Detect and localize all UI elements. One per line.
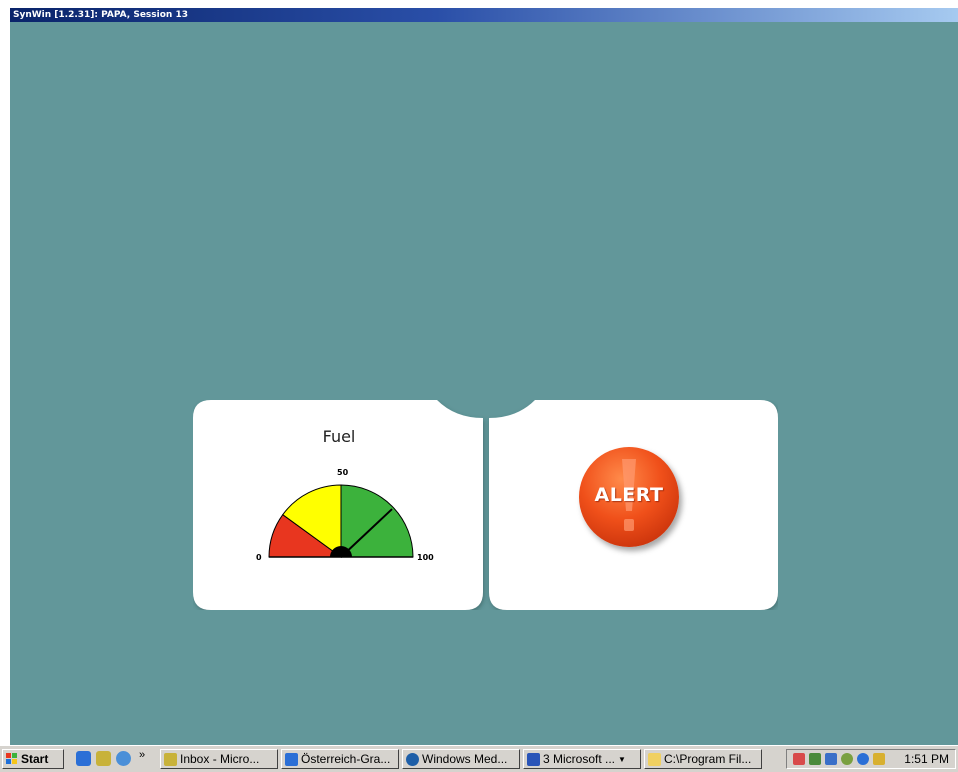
app-icon[interactable] [96,751,111,766]
network-icon[interactable] [793,753,805,765]
task-label: C:\Program Fil... [664,752,752,766]
ie-icon[interactable] [76,751,91,766]
update-icon[interactable] [841,753,853,765]
word-icon [527,752,540,766]
gauge-mid-label: 50 [337,468,349,477]
connection-icon[interactable] [857,753,869,765]
taskbar-item-word[interactable]: 3 Microsoft ... ▼ [523,749,641,769]
task-label: Österreich-Gra... [301,752,391,766]
taskbar-item-browser[interactable]: Österreich-Gra... [281,749,399,769]
folder-icon [648,752,661,766]
gauge-min-label: 0 [256,553,262,562]
taskbar: Start » Inbox - Micro... Österreich-Gra.… [0,745,958,772]
task-label: Windows Med... [422,752,508,766]
taskbar-item-media-player[interactable]: Windows Med... [402,749,520,769]
alert-button[interactable]: ALERT [579,447,679,547]
taskbar-item-folder[interactable]: C:\Program Fil... [644,749,762,769]
system-tray: 1:51 PM [786,749,956,769]
messenger-icon[interactable] [825,753,837,765]
alert-label: ALERT [594,484,664,506]
task-label: Inbox - Micro... [180,752,260,766]
clock[interactable]: 1:51 PM [904,752,949,766]
chevron-down-icon: ▼ [618,754,626,764]
gauge-max-label: 100 [417,553,434,562]
volume-icon[interactable] [873,753,885,765]
security-icon[interactable] [809,753,821,765]
desktop-area: SynWin [1.2.31]: PAPA, Session 13 Fuel 0… [10,8,958,772]
taskbar-item-inbox[interactable]: Inbox - Micro... [160,749,278,769]
media-player-icon [406,752,419,766]
windows-logo-icon [6,753,17,764]
outlook-icon [164,752,177,766]
ie-icon [285,752,298,766]
start-label: Start [21,752,49,766]
fuel-gauge: 0 50 100 [256,468,434,562]
quick-launch-overflow[interactable]: » [139,749,145,761]
gauge-title: Fuel [322,427,356,446]
task-label: 3 Microsoft ... [543,752,616,766]
window-title-bar[interactable]: SynWin [1.2.31]: PAPA, Session 13 [10,8,958,22]
outlook-icon[interactable] [116,751,131,766]
instrument-panels: Fuel 0 50 100 ALERT [193,400,778,610]
window-title: SynWin [1.2.31]: PAPA, Session 13 [13,10,188,20]
start-button[interactable]: Start [2,749,64,769]
